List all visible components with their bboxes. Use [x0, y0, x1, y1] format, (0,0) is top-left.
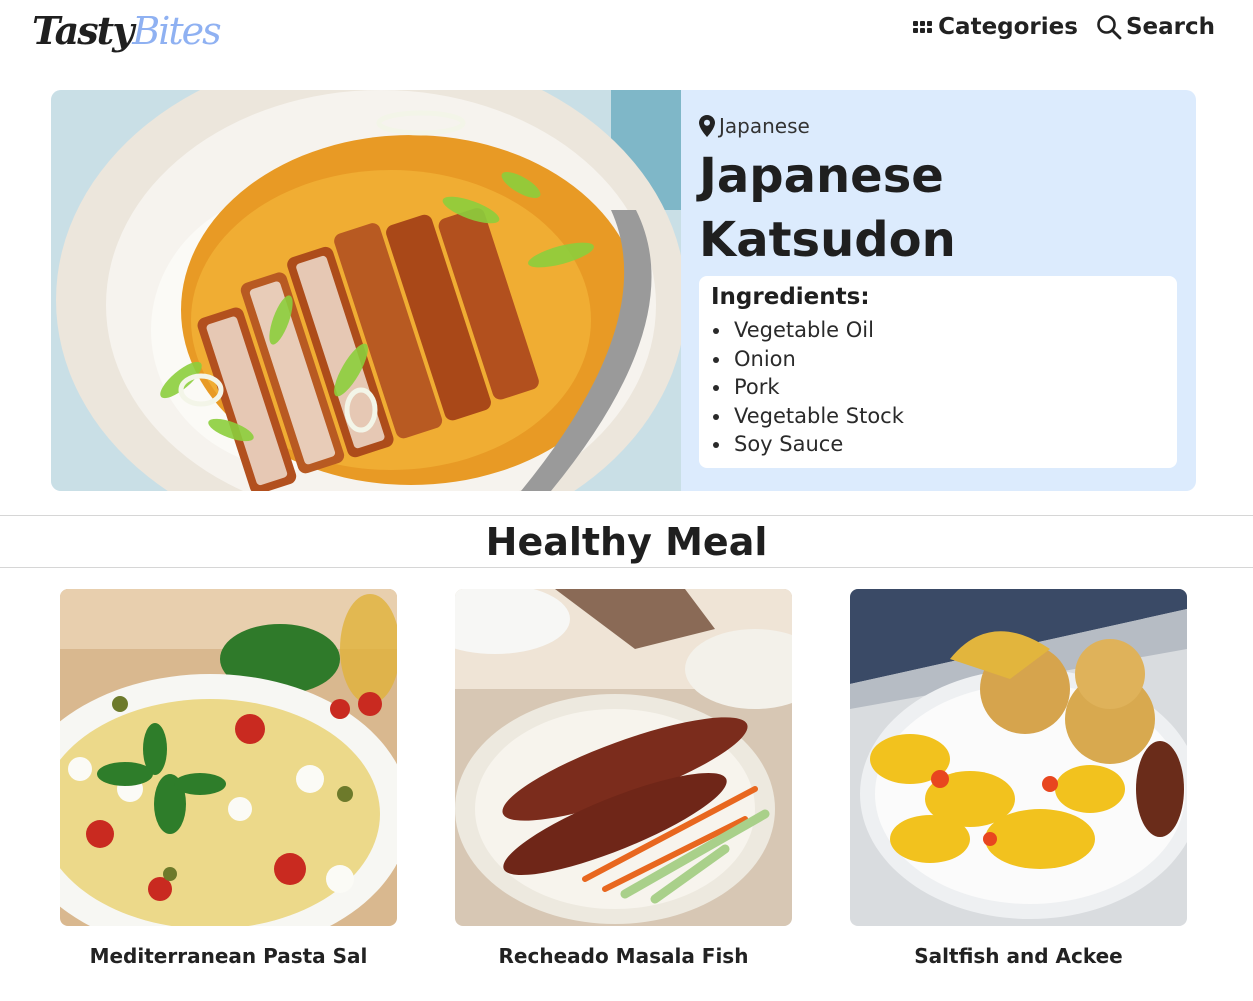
- recipe-card[interactable]: Mediterranean Pasta Sal: [60, 589, 397, 968]
- ingredient-item: Onion: [711, 345, 1165, 374]
- ingredients-panel: Ingredients: Vegetable Oil Onion Pork Ve…: [699, 276, 1177, 468]
- section-title: Healthy Meal: [485, 520, 768, 564]
- card-label[interactable]: Saltfish and Ackee: [850, 944, 1187, 968]
- grid-icon: [913, 21, 933, 33]
- recipe-info: Japanese Japanese Katsudon: [699, 114, 1179, 272]
- location-pin-icon: [699, 115, 715, 137]
- logo-text-bites: Bites: [132, 9, 221, 53]
- ingredient-item: Vegetable Stock: [711, 402, 1165, 431]
- recipe-card[interactable]: Recheado Masala Fish: [455, 589, 792, 968]
- recipe-title[interactable]: Japanese Katsudon: [699, 144, 1159, 272]
- ingredients-heading: Ingredients:: [711, 284, 870, 310]
- logo-text-tasty: Tasty: [32, 8, 134, 53]
- masala-fish-photo: [455, 589, 792, 926]
- ingredient-item: Soy Sauce: [711, 430, 1165, 459]
- site-logo[interactable]: TastyBites: [32, 8, 222, 68]
- cuisine-tag[interactable]: Japanese: [699, 114, 1179, 138]
- card-label[interactable]: Recheado Masala Fish: [455, 944, 792, 968]
- ingredient-item: Vegetable Oil: [711, 316, 1165, 345]
- pasta-salad-photo: [60, 589, 397, 926]
- categories-label: Categories: [938, 14, 1078, 40]
- search-label: Search: [1125, 14, 1215, 40]
- saltfish-ackee-photo: [850, 589, 1187, 926]
- ingredient-item: Pork: [711, 373, 1165, 402]
- cuisine-label: Japanese: [719, 114, 810, 138]
- recipe-card[interactable]: Saltfish and Ackee: [850, 589, 1187, 968]
- katsudon-photo: [51, 90, 681, 491]
- search-link[interactable]: Search: [1096, 14, 1215, 40]
- categories-link[interactable]: Categories: [913, 14, 1078, 40]
- search-icon: [1097, 15, 1122, 40]
- top-nav: Categories Search: [913, 14, 1215, 40]
- featured-recipe[interactable]: Japanese Japanese Katsudon Ingredients: …: [51, 90, 1196, 491]
- section-header: Healthy Meal: [0, 515, 1253, 568]
- ingredients-list: Vegetable Oil Onion Pork Vegetable Stock…: [711, 316, 1165, 459]
- card-label[interactable]: Mediterranean Pasta Sal: [60, 944, 397, 968]
